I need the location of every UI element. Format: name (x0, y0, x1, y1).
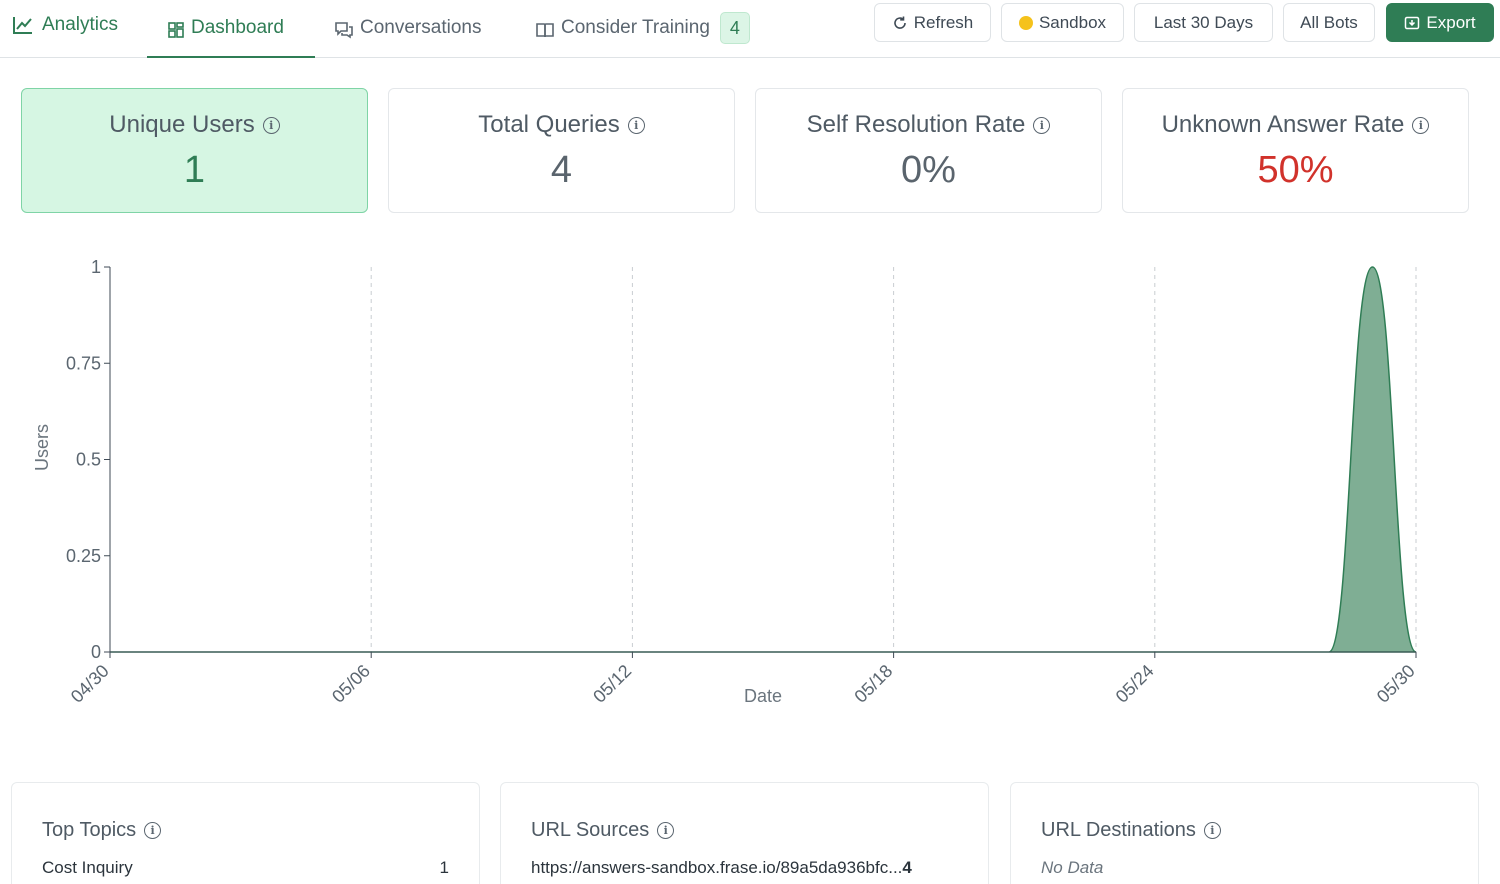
info-icon[interactable]: i (1203, 822, 1221, 839)
y-axis-title: Users (32, 424, 52, 471)
date-range-label: Last 30 Days (1153, 12, 1254, 32)
source-count: 4 (902, 858, 912, 877)
stat-title-row: Unique Users i (22, 111, 367, 139)
panel-title-row: URL Sources i (531, 819, 958, 842)
info-icon[interactable]: i (627, 116, 645, 134)
environment-label: Sandbox (1038, 12, 1107, 32)
panel-title: URL Destinations (1041, 819, 1196, 841)
stat-title-row: Total Queries i (389, 111, 734, 139)
export-label: Export (1426, 12, 1476, 32)
tab-consider-training[interactable]: Consider Training 4 (535, 12, 750, 58)
x-tick-label: 05/24 (1112, 661, 1158, 707)
y-tick-label: 0.75 (66, 353, 101, 373)
y-tick-label: 0.5 (76, 450, 101, 470)
book-icon (536, 23, 554, 38)
dashboard-icon (168, 22, 184, 38)
bots-filter-button[interactable]: All Bots (1283, 3, 1375, 42)
users-area-chart: 0 0.25 0.5 0.75 1 04/30 05/06 05/12 05/18 05/24 05… (32, 257, 1419, 707)
url-sources-panel: URL Sources i https://answers-sandbox.fr… (500, 782, 989, 884)
stat-title: Unique Users (109, 111, 255, 138)
x-tick-label: 05/30 (1373, 661, 1419, 707)
x-tick-label: 05/06 (328, 661, 374, 707)
list-item[interactable]: Cost Inquiry 1 (42, 858, 449, 878)
panel-title-row: Top Topics i (42, 819, 449, 842)
info-icon[interactable]: i (144, 822, 162, 839)
environment-button[interactable]: Sandbox (1001, 3, 1124, 42)
tab-conversations[interactable]: Conversations (334, 14, 481, 58)
source-url: https://answers-sandbox.frase.io/89a5da9… (531, 858, 903, 877)
stat-title: Self Resolution Rate (806, 111, 1026, 138)
panel-title: Top Topics (42, 819, 137, 841)
panel-title-row: URL Destinations i (1041, 819, 1448, 842)
list-item[interactable]: https://answers-sandbox.frase.io/89a5da9… (531, 858, 958, 878)
tab-dashboard[interactable]: Dashboard (147, 14, 315, 58)
info-icon[interactable]: i (262, 116, 280, 134)
panel-title: URL Sources (531, 819, 650, 841)
sandbox-status-dot (1018, 15, 1033, 30)
topic-label: Cost Inquiry (42, 858, 133, 877)
line-chart-icon (13, 17, 32, 34)
refresh-button[interactable]: Refresh (874, 3, 991, 42)
empty-state-text: No Data (1041, 858, 1104, 877)
stat-value: 50% (1257, 149, 1334, 191)
analytics-brand[interactable]: Analytics (12, 14, 118, 36)
stat-title-row: Unknown Answer Rate i (1123, 111, 1468, 139)
y-tick-label: 1 (91, 257, 101, 277)
brand-label: Analytics (42, 14, 119, 35)
tab-consider-training-label: Consider Training (561, 17, 710, 38)
export-icon (1405, 16, 1420, 29)
info-icon[interactable]: i (1033, 116, 1051, 134)
refresh-icon (893, 16, 906, 29)
x-tick-label: 04/30 (67, 661, 113, 707)
date-range-button[interactable]: Last 30 Days (1134, 3, 1273, 42)
stat-card-total-queries[interactable]: Total Queries i 4 (388, 88, 735, 213)
stat-title: Unknown Answer Rate (1161, 111, 1405, 138)
y-tick-label: 0.25 (66, 546, 101, 566)
stat-card-unknown-answer-rate[interactable]: Unknown Answer Rate i 50% (1122, 88, 1469, 213)
x-tick-label: 05/18 (850, 661, 896, 707)
stat-card-self-resolution-rate[interactable]: Self Resolution Rate i 0% (755, 88, 1102, 213)
info-icon[interactable]: i (1412, 116, 1430, 134)
y-tick-label: 0 (91, 642, 101, 662)
stat-title-row: Self Resolution Rate i (756, 111, 1101, 139)
stat-value: 1 (183, 149, 206, 191)
top-topics-panel: Top Topics i Cost Inquiry 1 (11, 782, 480, 884)
training-count-badge: 4 (719, 12, 750, 44)
chat-icon (335, 22, 353, 39)
stat-value: 0% (901, 149, 956, 191)
users-area-series (110, 266, 1417, 653)
stat-card-unique-users[interactable]: Unique Users i 1 (21, 88, 368, 213)
tab-dashboard-label: Dashboard (191, 17, 284, 38)
tab-conversations-label: Conversations (360, 17, 482, 38)
topic-count: 1 (439, 858, 449, 877)
bots-filter-label: All Bots (1300, 12, 1358, 32)
export-button[interactable]: Export (1386, 3, 1494, 42)
x-axis-title: Date (744, 686, 782, 706)
url-destinations-panel: URL Destinations i No Data (1010, 782, 1479, 884)
info-icon[interactable]: i (657, 822, 675, 839)
stat-value: 4 (550, 149, 573, 191)
x-tick-label: 05/12 (589, 661, 635, 707)
top-bar: Analytics Dashboard Conversations Consid… (0, 0, 1500, 58)
refresh-label: Refresh (913, 12, 974, 32)
stat-title: Total Queries (478, 111, 620, 138)
